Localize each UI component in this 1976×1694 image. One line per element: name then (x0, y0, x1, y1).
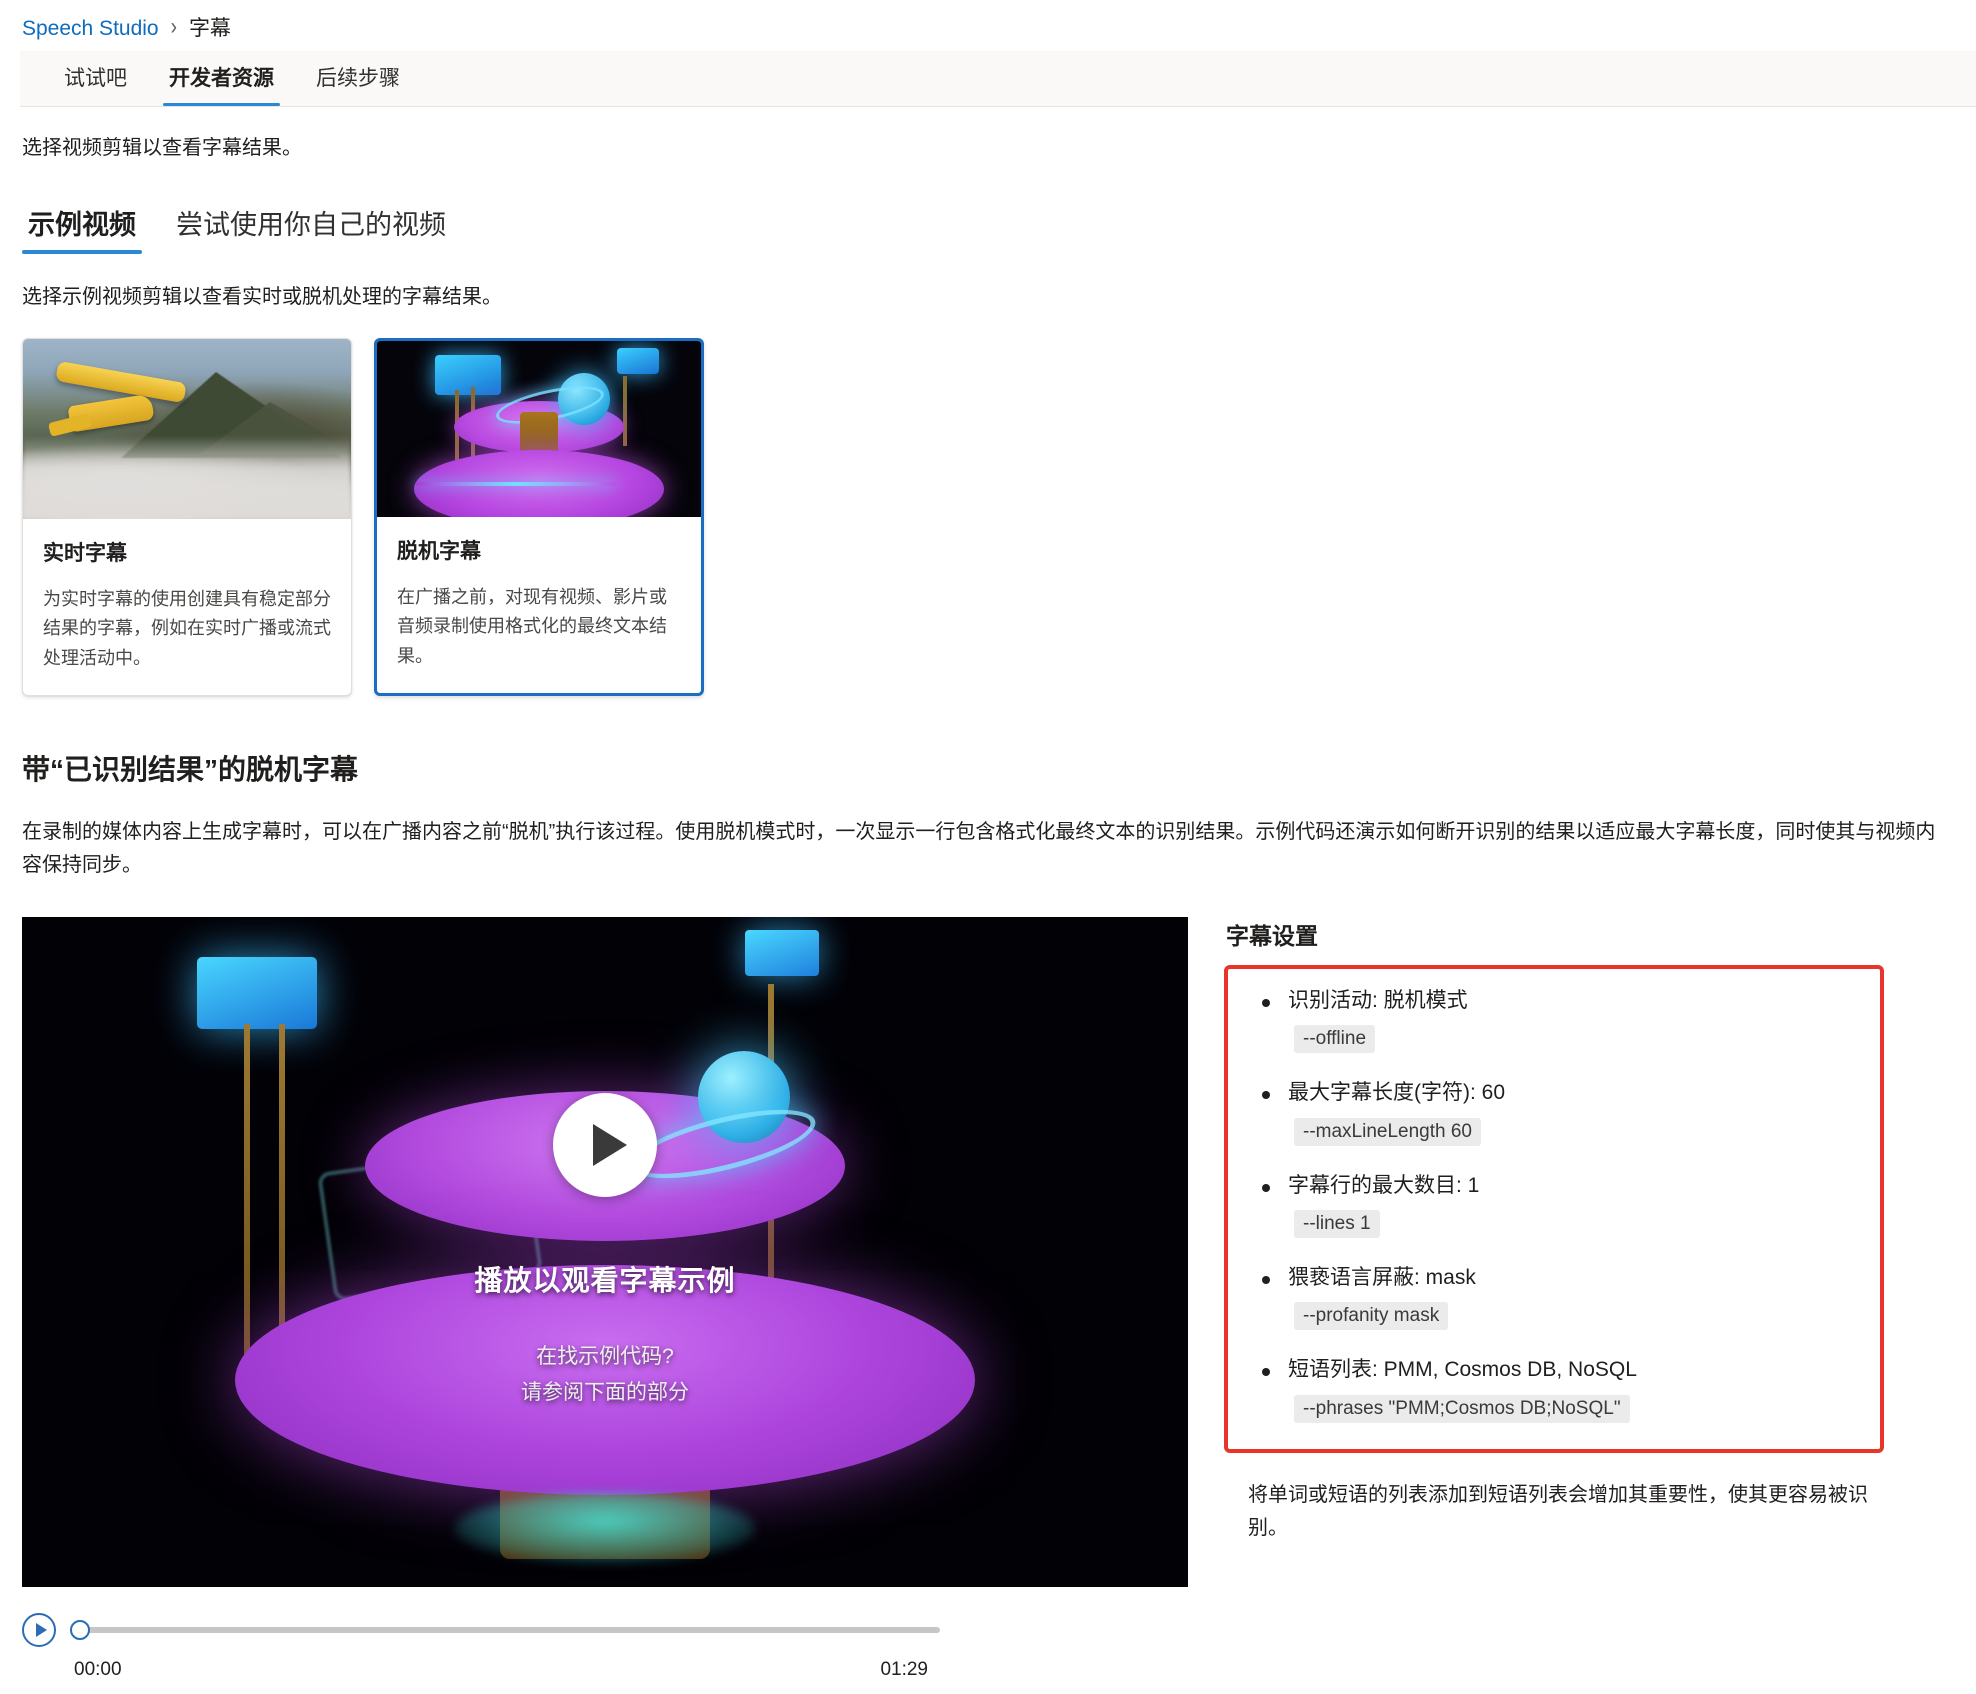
player-overlay: 播放以观看字幕示例 在找示例代码? 请参阅下面的部分 (22, 917, 1188, 1587)
setting-code: --profanity mask (1294, 1302, 1449, 1331)
chevron-right-icon: › (170, 14, 177, 41)
intro-text: 选择视频剪辑以查看字幕结果。 (22, 137, 302, 160)
sample-video-pivot: 示例视频 尝试使用你自己的视频 (22, 203, 1954, 255)
setting-code: --lines 1 (1294, 1209, 1380, 1238)
setting-code: --maxLineLength 60 (1294, 1117, 1481, 1146)
section-paragraph: 在录制的媒体内容上生成字幕时，可以在广播内容之前“脱机”执行该过程。使用脱机模式… (22, 820, 1936, 877)
setting-label: 识别活动: 脱机模式 (1288, 988, 1468, 1012)
video-player[interactable]: 播放以观看字幕示例 在找示例代码? 请参阅下面的部分 (22, 916, 1188, 1587)
card-description: 为实时字幕的使用创建具有稳定部分结果的字幕，例如在实时广播或流式处理活动中。 (43, 589, 331, 668)
list-item: 猥亵语言屏蔽: mask --profanity mask (1254, 1264, 1854, 1331)
pivot-sample-videos[interactable]: 示例视频 (22, 203, 142, 255)
list-item: 字幕行的最大数目: 1 --lines 1 (1254, 1172, 1854, 1238)
player-and-settings-row: 播放以观看字幕示例 在找示例代码? 请参阅下面的部分 00:00 01:29 字… (22, 916, 1954, 1691)
seek-slider[interactable] (70, 1613, 1188, 1647)
seek-thumb[interactable] (70, 1619, 90, 1640)
caption-settings-panel: 字幕设置 识别活动: 脱机模式 --offline 最大字幕长度(字符): 60… (1224, 917, 1884, 1545)
overlay-subtitle-line-2: 请参阅下面的部分 (521, 1380, 689, 1404)
time-labels: 00:00 01:29 (22, 1659, 1188, 1681)
section-heading: 带“已识别结果”的脱机字幕 (22, 753, 359, 785)
setting-label: 猥亵语言屏蔽: mask (1288, 1265, 1476, 1289)
tab-next-steps[interactable]: 后续步骤 (302, 62, 414, 106)
pivot-use-your-own-video[interactable]: 尝试使用你自己的视频 (170, 203, 452, 254)
overlay-subtitle-line-1: 在找示例代码? (536, 1345, 674, 1369)
thumbnail-airplane (23, 339, 351, 520)
list-item: 最大字幕长度(字符): 60 --maxLineLength 60 (1254, 1079, 1854, 1146)
setting-code: --phrases "PMM;Cosmos DB;NoSQL" (1294, 1394, 1630, 1423)
seek-track[interactable] (84, 1626, 940, 1633)
top-tab-bar: 试试吧 开发者资源 后续步骤 (20, 51, 1976, 108)
player-transport-bar: 00:00 01:29 (22, 1612, 1188, 1691)
card-title: 实时字幕 (43, 542, 127, 566)
card-offline-captioning[interactable]: 脱机字幕 在广播之前，对现有视频、影片或音频录制使用格式化的最终文本结果。 (374, 338, 704, 696)
overlay-title: 播放以观看字幕示例 (474, 1265, 736, 1297)
sub-description: 选择示例视频剪辑以查看实时或脱机处理的字幕结果。 (22, 286, 502, 309)
settings-list: 识别活动: 脱机模式 --offline 最大字幕长度(字符): 60 --ma… (1254, 987, 1854, 1423)
setting-label: 最大字幕长度(字符): 60 (1288, 1081, 1506, 1105)
card-description: 在广播之前，对现有视频、影片或音频录制使用格式化的最终文本结果。 (397, 587, 667, 666)
video-option-cards: 实时字幕 为实时字幕的使用创建具有稳定部分结果的字幕，例如在实时广播或流式处理活… (22, 338, 1954, 696)
tab-developer-resources[interactable]: 开发者资源 (155, 62, 288, 107)
list-item: 短语列表: PMM, Cosmos DB, NoSQL --phrases "P… (1254, 1356, 1854, 1423)
breadcrumb-current-captioning: 字幕 (188, 17, 231, 40)
breadcrumb: Speech Studio › 字幕 (0, 0, 1976, 51)
setting-label: 字幕行的最大数目: 1 (1288, 1173, 1480, 1197)
list-item: 识别活动: 脱机模式 --offline (1254, 987, 1854, 1054)
duration-label: 01:29 (880, 1658, 928, 1680)
tab-try-it[interactable]: 试试吧 (50, 62, 141, 106)
settings-note: 将单词或短语的列表添加到短语列表会增加其重要性，使其更容易被识别。 (1248, 1483, 1868, 1539)
play-icon[interactable] (22, 1612, 56, 1647)
play-icon[interactable] (553, 1093, 657, 1198)
overlay-subtitle: 在找示例代码? 请参阅下面的部分 (521, 1339, 689, 1410)
thumbnail-neon-carousel (377, 341, 701, 518)
setting-label: 短语列表: PMM, Cosmos DB, NoSQL (1288, 1358, 1637, 1382)
card-realtime-captioning[interactable]: 实时字幕 为实时字幕的使用创建具有稳定部分结果的字幕，例如在实时广播或流式处理活… (22, 338, 352, 696)
card-title: 脱机字幕 (397, 540, 481, 564)
setting-code: --offline (1294, 1025, 1376, 1054)
current-time-label: 00:00 (74, 1658, 122, 1680)
settings-highlight-box: 识别活动: 脱机模式 --offline 最大字幕长度(字符): 60 --ma… (1224, 964, 1884, 1453)
breadcrumb-link-speech-studio[interactable]: Speech Studio (22, 16, 159, 41)
settings-heading: 字幕设置 (1226, 922, 1318, 949)
